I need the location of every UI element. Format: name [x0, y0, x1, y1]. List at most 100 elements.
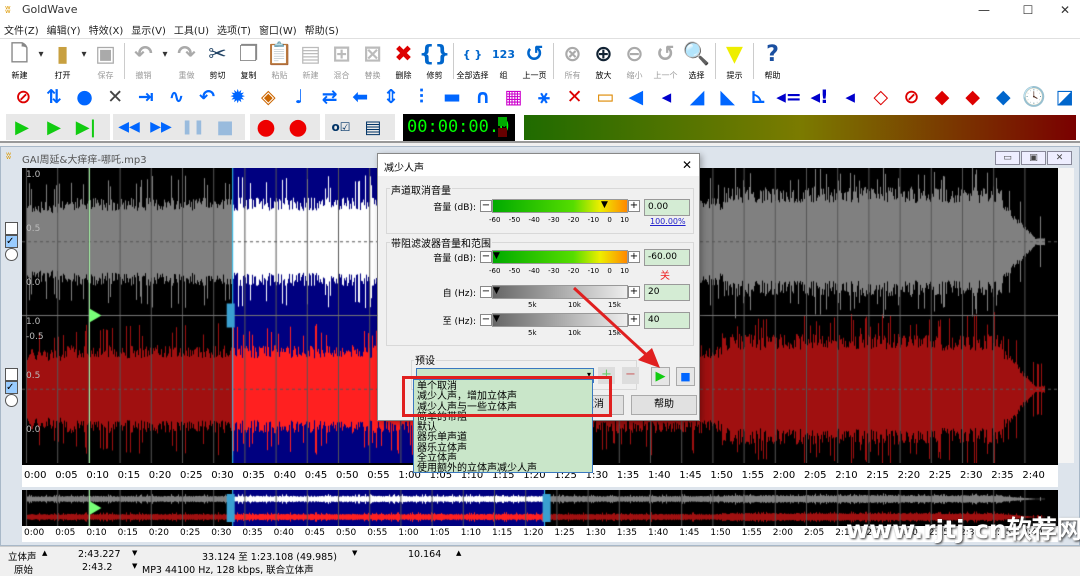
zoom-previous-button[interactable]: ↺上一个 — [650, 39, 681, 83]
stop-button[interactable]: ■ — [209, 117, 241, 138]
from-minus-button[interactable]: − — [480, 286, 492, 298]
zoom-out-button[interactable]: ⊖缩小 — [619, 39, 650, 83]
menu-item[interactable]: 窗口(W) — [255, 20, 301, 38]
delete-button[interactable]: ✖删除 — [388, 39, 419, 83]
menu-item[interactable]: 帮助(S) — [301, 20, 343, 38]
effect-tool-icon[interactable]: ◂ — [835, 83, 866, 111]
mix-button[interactable]: ⊞混合 — [326, 39, 357, 83]
effect-tool-icon[interactable]: ● — [69, 83, 100, 111]
effect-tool-icon[interactable]: ⊘ — [8, 83, 39, 111]
doc-close-button[interactable]: ✕ — [1047, 151, 1072, 165]
channel-right-solo-icon[interactable] — [5, 394, 18, 407]
fast-forward-button[interactable]: ▶▶ — [145, 119, 177, 135]
play-button[interactable]: ▶ — [6, 117, 38, 138]
preset-option[interactable]: 使用额外的立体声减少人声 — [417, 464, 589, 474]
effect-tool-icon[interactable]: ◈ — [253, 83, 284, 111]
effect-tool-icon[interactable]: ↶ — [192, 83, 223, 111]
preview-stop-button[interactable]: ■ — [676, 367, 695, 386]
menu-item[interactable]: 特效(X) — [85, 20, 128, 38]
effect-tool-icon[interactable]: ∿ — [161, 83, 192, 111]
channel-left-level-icon[interactable] — [5, 222, 18, 235]
cut-button[interactable]: ✂剪切 — [202, 39, 233, 83]
channel-right-checkbox[interactable]: ✓ — [5, 381, 18, 394]
effect-tool-icon[interactable]: ⚹ — [529, 83, 560, 111]
play-to-end-button[interactable]: ▶| — [70, 117, 102, 138]
effect-tool-icon[interactable]: ✕ — [100, 83, 131, 111]
menu-item[interactable]: 选项(T) — [213, 20, 255, 38]
effect-tool-icon[interactable]: 🕓 — [1019, 83, 1050, 111]
select-all-button[interactable]: { }全部选择 — [457, 39, 488, 83]
vol1-percent-link[interactable]: 100.00% — [650, 217, 686, 226]
undo-dropdown-button[interactable]: ▾ — [159, 39, 171, 83]
minimize-button[interactable]: — — [964, 0, 1004, 20]
vol1-minus-button[interactable]: − — [480, 200, 492, 212]
dialog-close-button[interactable]: ✕ — [682, 158, 692, 172]
effect-tool-icon[interactable]: ⬅ — [345, 83, 376, 111]
effect-tool-icon[interactable]: ⊘ — [896, 83, 927, 111]
effect-tool-icon[interactable]: ▦ — [498, 83, 529, 111]
vol1-slider[interactable]: ▼ — [492, 199, 628, 213]
menu-item[interactable]: 显示(V) — [127, 20, 170, 38]
effect-tool-icon[interactable]: ⇥ — [131, 83, 162, 111]
effect-tool-icon[interactable]: ◇ — [866, 83, 897, 111]
open-button[interactable]: ▮打开 — [47, 39, 78, 83]
doc-maximize-button[interactable]: ▣ — [1021, 151, 1046, 165]
vol1-plus-button[interactable]: + — [628, 200, 640, 212]
doc-minimize-button[interactable]: ▭ — [995, 151, 1020, 165]
help-button[interactable]: 帮助 — [631, 395, 697, 415]
effect-tool-icon[interactable]: ◪ — [1049, 83, 1080, 111]
cue-button[interactable]: ▼提示 — [719, 39, 750, 83]
vol2-value[interactable]: -60.00 — [644, 249, 690, 266]
effect-tool-icon[interactable]: ♩ — [284, 83, 315, 111]
record-selection-button[interactable]: ● — [282, 115, 314, 140]
previous-button[interactable]: ↺上一页 — [519, 39, 550, 83]
to-minus-button[interactable]: − — [480, 314, 492, 326]
open-dropdown-button[interactable]: ▾ — [78, 39, 90, 83]
effect-tool-icon[interactable]: ⊾ — [743, 83, 774, 111]
effect-tool-icon[interactable]: ✕ — [559, 83, 590, 111]
vertical-scrollbar[interactable] — [1058, 168, 1074, 463]
menu-item[interactable]: 工具(U) — [170, 20, 213, 38]
vol2-slider[interactable]: ▼ — [492, 250, 628, 264]
effect-tool-icon[interactable]: ◂= — [774, 83, 805, 111]
monitor-button[interactable]: o☑ — [325, 120, 357, 134]
maximize-button[interactable]: ☐ — [1008, 0, 1048, 20]
vol2-plus-button[interactable]: + — [628, 251, 640, 263]
effect-tool-icon[interactable]: ✹ — [222, 83, 253, 111]
group-button[interactable]: 123组 — [488, 39, 519, 83]
zoom-in-button[interactable]: ⊕放大 — [588, 39, 619, 83]
vol2-minus-button[interactable]: − — [480, 251, 492, 263]
effect-tool-icon[interactable]: ▬ — [437, 83, 468, 111]
paste-new-button[interactable]: ▤新建 — [295, 39, 326, 83]
trim-button[interactable]: {}修剪 — [419, 39, 450, 83]
rewind-button[interactable]: ◀◀ — [113, 119, 145, 135]
menu-item[interactable]: 文件(Z) — [0, 20, 43, 38]
visual-button[interactable]: ▤ — [357, 117, 389, 138]
effect-tool-icon[interactable]: ◆ — [988, 83, 1019, 111]
effect-tool-icon[interactable]: ◢ — [682, 83, 713, 111]
effect-tool-icon[interactable]: ⇕ — [376, 83, 407, 111]
effect-tool-icon[interactable]: ◂ — [651, 83, 682, 111]
new-dropdown-button[interactable]: ▾ — [35, 39, 47, 83]
replace-button[interactable]: ⊠替换 — [357, 39, 388, 83]
effect-tool-icon[interactable]: ◂! — [804, 83, 835, 111]
effect-tool-icon[interactable]: ◆ — [927, 83, 958, 111]
vol1-value[interactable]: 0.00 — [644, 199, 690, 216]
channel-left-checkbox[interactable]: ✓ — [5, 235, 18, 248]
effect-tool-icon[interactable]: ⇅ — [39, 83, 70, 111]
effect-tool-icon[interactable]: ⇄ — [314, 83, 345, 111]
paste-button[interactable]: 📋粘贴 — [264, 39, 295, 83]
effect-tool-icon[interactable]: ◣ — [712, 83, 743, 111]
effect-tool-icon[interactable]: ◀ — [621, 83, 652, 111]
effect-tool-icon[interactable]: ⫶ — [406, 83, 437, 111]
undo-button[interactable]: ↶撤销 — [128, 39, 159, 83]
pause-button[interactable]: ❚❚ — [177, 119, 209, 135]
effect-tool-icon[interactable]: ▭ — [590, 83, 621, 111]
redo-button[interactable]: ↷重做 — [171, 39, 202, 83]
record-button[interactable]: ● — [250, 115, 282, 140]
effect-tool-icon[interactable]: ∩ — [467, 83, 498, 111]
zoom-all-button[interactable]: ⊗所有 — [557, 39, 588, 83]
close-button[interactable]: ✕ — [1045, 0, 1080, 20]
help-button[interactable]: ?帮助 — [757, 39, 788, 83]
copy-button[interactable]: ❐复制 — [233, 39, 264, 83]
